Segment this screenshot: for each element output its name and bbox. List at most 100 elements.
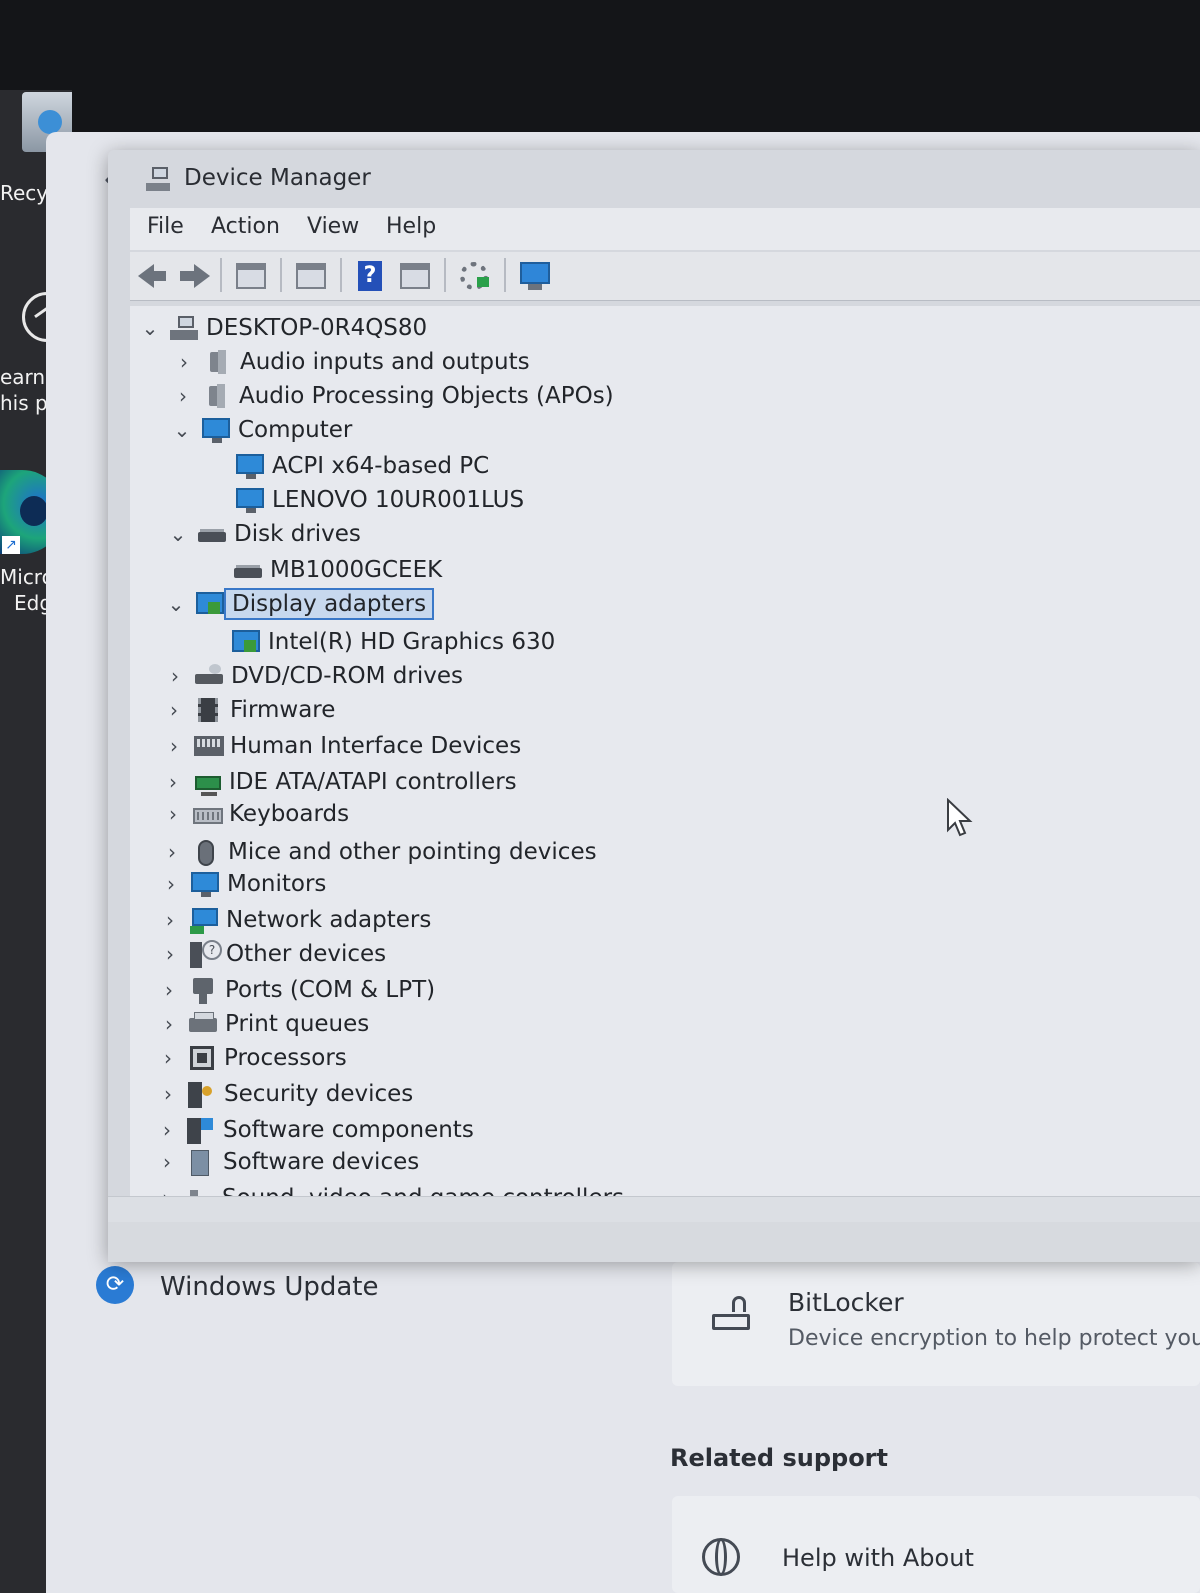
toolbar-separator	[280, 258, 282, 292]
toolbar: ?	[130, 252, 1200, 301]
tree-item-label: IDE ATA/ATAPI controllers	[229, 769, 517, 795]
chevron-right-icon[interactable]: ›	[160, 908, 180, 932]
display-adapter-icon	[232, 630, 260, 654]
chevron-right-icon[interactable]: ›	[164, 734, 184, 758]
console-tree-icon[interactable]	[236, 260, 268, 292]
disk-icon	[198, 522, 226, 546]
menu-file[interactable]: File	[147, 214, 184, 239]
tree-item-label: ACPI x64-based PC	[272, 453, 490, 479]
tree-item-label: Other devices	[226, 941, 387, 967]
tree-item-label: Mice and other pointing devices	[228, 839, 597, 865]
tree-item-label: LENOVO 10UR001LUS	[272, 487, 525, 513]
help-with-about-label: Help with About	[782, 1544, 974, 1572]
chevron-down-icon[interactable]: ⌄	[140, 316, 160, 340]
chevron-down-icon[interactable]: ⌄	[172, 418, 192, 442]
help-with-about-card[interactable]: Help with About	[672, 1496, 1200, 1593]
mouse-icon	[192, 840, 220, 866]
back-icon[interactable]	[138, 260, 170, 292]
menu-action[interactable]: Action	[211, 214, 280, 239]
tree-item-label: Software devices	[223, 1149, 420, 1175]
tree-root-label: DESKTOP-0R4QS80	[206, 315, 428, 341]
speaker-icon	[204, 350, 232, 374]
display-adapter-icon	[196, 592, 224, 616]
chevron-right-icon[interactable]: ›	[173, 384, 193, 408]
tree-item-label: Security devices	[224, 1081, 414, 1107]
tree-item-label: Print queues	[225, 1011, 370, 1037]
security-icon	[188, 1082, 216, 1108]
menu-help[interactable]: Help	[386, 214, 436, 239]
chevron-down-icon[interactable]: ⌄	[168, 522, 188, 546]
chevron-right-icon[interactable]: ›	[158, 1082, 178, 1106]
windows-update-icon: ⟳	[96, 1266, 134, 1304]
action-pane-icon[interactable]	[400, 260, 432, 292]
toolbar-separator	[340, 258, 342, 292]
chevron-right-icon[interactable]: ›	[160, 942, 180, 966]
chevron-right-icon[interactable]: ›	[161, 872, 181, 896]
tree-item-label: Audio Processing Objects (APOs)	[239, 383, 614, 409]
processor-icon	[188, 1046, 216, 1070]
chevron-right-icon[interactable]: ›	[165, 664, 185, 688]
menu-view[interactable]: View	[307, 214, 359, 239]
other-devices-icon	[190, 940, 222, 968]
tree-item-label: Computer	[238, 417, 353, 443]
tree-item-label: DVD/CD-ROM drives	[231, 663, 463, 689]
toolbar-separator	[504, 258, 506, 292]
tree-item-label: Human Interface Devices	[230, 733, 522, 759]
computer-icon	[170, 316, 198, 340]
bitlocker-title: BitLocker	[788, 1288, 904, 1317]
software-components-icon	[187, 1118, 215, 1144]
tree-item-label: Monitors	[227, 871, 327, 897]
disk-icon	[234, 558, 262, 582]
printer-icon	[189, 1012, 217, 1036]
chevron-right-icon[interactable]: ›	[158, 1046, 178, 1070]
tree-item-label: Software components	[223, 1117, 474, 1143]
monitor-icon	[202, 418, 230, 443]
monitor-icon	[191, 872, 219, 897]
globe-icon	[702, 1538, 740, 1576]
chevron-right-icon[interactable]: ›	[157, 1150, 177, 1174]
keyboard-icon	[193, 802, 223, 826]
chevron-down-icon[interactable]: ⌄	[166, 592, 186, 616]
tree-item-label: Network adapters	[226, 907, 432, 933]
chevron-right-icon[interactable]: ›	[174, 350, 194, 374]
help-icon[interactable]: ?	[354, 260, 386, 292]
tree-item-label: Firmware	[230, 697, 336, 723]
bitlocker-card[interactable]: BitLocker Device encryption to help prot…	[672, 1262, 1200, 1386]
hid-icon	[194, 734, 224, 758]
status-bar	[108, 1222, 1200, 1262]
chevron-right-icon[interactable]: ›	[157, 1118, 177, 1142]
firmware-icon	[194, 698, 222, 722]
scan-hardware-icon[interactable]	[520, 260, 552, 292]
chevron-right-icon[interactable]: ›	[163, 770, 183, 794]
tree-item-label: Keyboards	[229, 801, 350, 827]
horizontal-scrollbar[interactable]	[108, 1196, 1200, 1223]
chevron-right-icon[interactable]: ›	[162, 840, 182, 864]
tree-item-label: Display adapters	[224, 588, 435, 620]
port-icon	[189, 978, 217, 1004]
tree-item-label: Ports (COM & LPT)	[225, 977, 436, 1003]
chevron-right-icon[interactable]: ›	[159, 1012, 179, 1036]
tree-item-label: MB1000GCEEK	[270, 557, 443, 583]
toolbar-separator	[220, 258, 222, 292]
device-tree: ⌄ DESKTOP-0R4QS80 › Audio inputs and out…	[130, 306, 1200, 1206]
toolbar-separator	[444, 258, 446, 292]
device-manager-icon	[146, 167, 170, 191]
monitor-icon	[236, 488, 264, 513]
chevron-right-icon[interactable]: ›	[159, 978, 179, 1002]
chevron-right-icon[interactable]: ›	[164, 698, 184, 722]
chevron-right-icon[interactable]: ›	[163, 802, 183, 826]
tree-item-label: Intel(R) HD Graphics 630	[268, 629, 556, 655]
update-driver-icon[interactable]	[458, 260, 490, 292]
tree-item-label: Processors	[224, 1045, 347, 1071]
ide-icon	[193, 770, 221, 796]
speaker-icon	[203, 384, 231, 408]
software-devices-icon	[187, 1150, 215, 1176]
lock-icon	[712, 1296, 750, 1330]
network-icon	[190, 908, 218, 934]
tree-item-label: Disk drives	[234, 521, 361, 547]
window-title: Device Manager	[184, 165, 371, 191]
windows-update-label: Windows Update	[160, 1272, 379, 1302]
forward-icon[interactable]	[178, 260, 210, 292]
properties-icon[interactable]	[296, 260, 328, 292]
shortcut-arrow-icon: ↗	[2, 536, 20, 554]
